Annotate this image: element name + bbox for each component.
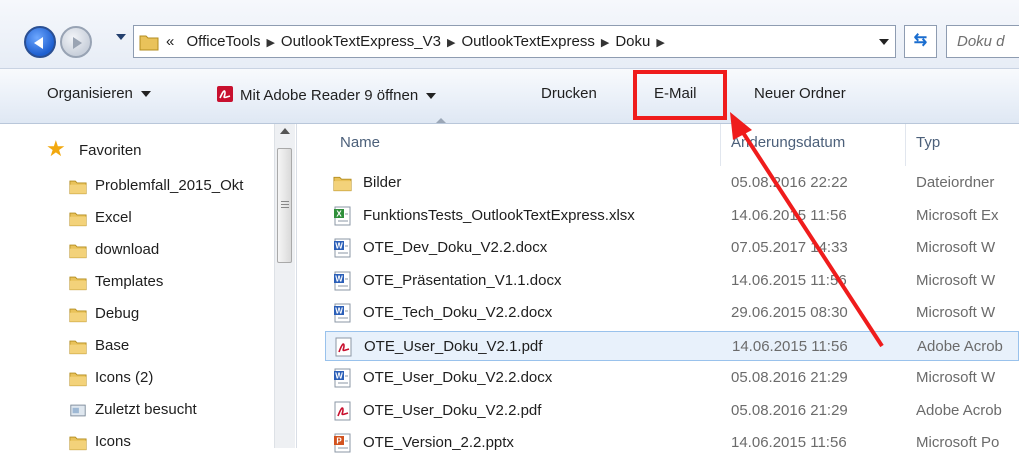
annotation-arrow	[730, 112, 884, 348]
